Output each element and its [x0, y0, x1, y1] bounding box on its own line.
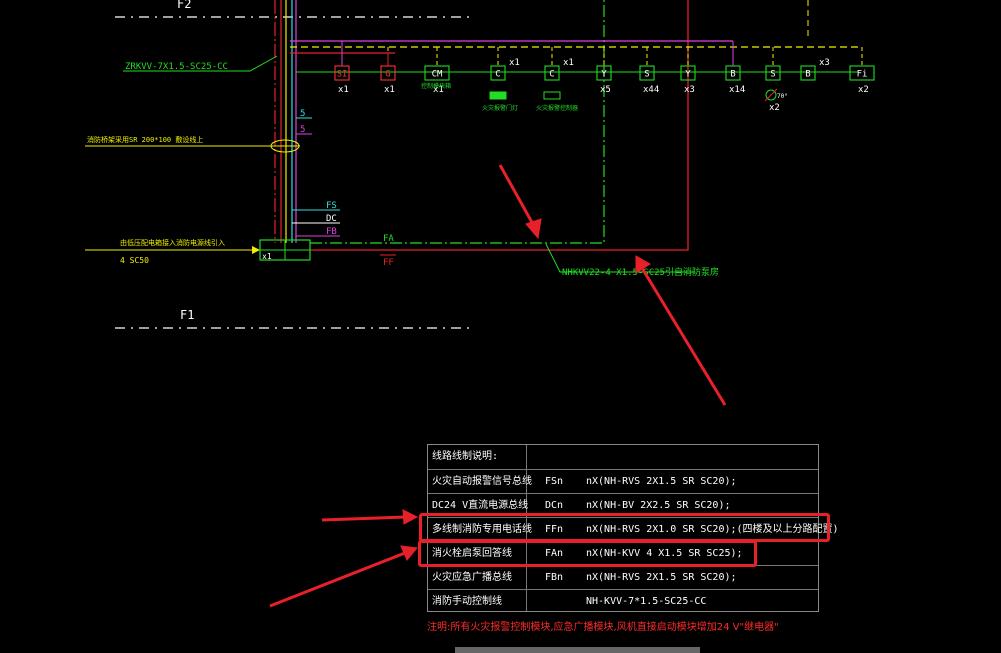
legend-row-spec: nX(NH-RVS 2X1.5 SR SC20); [586, 572, 737, 583]
device-count: x5 [600, 85, 611, 95]
legend-header-row: 线路线制说明: [428, 445, 818, 469]
legend-row: 火灾自动报警信号总线 FSn nX(NH-RVS 2X1.5 SR SC20); [428, 469, 818, 494]
label-ff: FF [383, 258, 394, 268]
legend-row: 火灾应急广播总线 FBn nX(NH-RVS 2X1.5 SR SC20); [428, 565, 818, 590]
device-symbol: Y [601, 70, 607, 80]
device-5: Cx1 火灾报警控制器 [536, 58, 578, 112]
arrow-table-ffn-head [402, 509, 419, 525]
arrow-table-fan [269, 551, 406, 608]
legend-row-spec: NH-KVV-7*1.5-SC25-CC [586, 596, 707, 607]
label-fa: FA [383, 234, 394, 244]
legend-row-name: 火灾应急广播总线 [432, 572, 512, 583]
bridge-label: 消防桥架采用SR 200*100 敷设线上 [87, 135, 203, 144]
label-dc: DC [326, 214, 337, 224]
bottom-scroll-strip[interactable] [455, 647, 700, 653]
device-count: x3 [819, 58, 830, 68]
legend-note: 注明:所有火灾报警控制模块,应急广播模块,风机直接启动模块增加24 V"继电器" [427, 622, 779, 633]
device-symbol: S [644, 70, 649, 80]
device-9: Bx14 [725, 65, 745, 95]
device-base [543, 91, 561, 100]
device-10: Sx2 70° [764, 65, 788, 113]
device-count: x1 [338, 85, 349, 95]
floor-label-f1: F1 [180, 308, 194, 322]
incoming-label: 由低压配电箱接入消防电源线引入 [120, 238, 225, 247]
device-symbol: CM [432, 70, 443, 80]
device-symbol: C [549, 70, 554, 80]
zrkvv-label: ZRKVV-7X1.5-SC25-CC [125, 62, 228, 72]
incoming-spec: 4 SC50 [120, 256, 149, 265]
device-2: Gx1 [380, 65, 396, 95]
legend-header: 线路线制说明: [432, 451, 499, 462]
arrow-table-ffn [321, 515, 406, 522]
label-five-b: 5 [300, 125, 305, 135]
device-symbol: SI [337, 70, 348, 80]
device-symbol: C [495, 70, 500, 80]
device-dial-slash [764, 88, 778, 102]
legend-row: 消防手动控制线 NH-KVV-7*1.5-SC25-CC [428, 589, 818, 614]
device-base [489, 91, 507, 100]
legend-row-name: 消防手动控制线 [432, 596, 502, 607]
legend-row-spec: nX(NH-RVS 2X1.5 SR SC20); [586, 476, 737, 487]
device-6: Yx5 [596, 65, 612, 95]
arrow-upper-right [640, 267, 727, 406]
device-3: CMx1控制模块箱 [421, 65, 451, 95]
device-symbol: Y [685, 70, 691, 80]
device-7: Sx44 [639, 65, 659, 95]
device-count: x3 [684, 85, 695, 95]
device-count: x14 [729, 85, 745, 95]
legend-row-code: FBn [545, 572, 564, 583]
device-count: x1 [563, 58, 574, 68]
device-count: x1 [509, 58, 520, 68]
device-12: Fi x2 [849, 65, 875, 95]
label-five-a: 5 [300, 109, 305, 119]
device-count: x1 [384, 85, 395, 95]
device-sub-label: 70° [777, 93, 788, 100]
loop-green-fa [310, 0, 605, 244]
legend-row-name: 火灾自动报警信号总线 [432, 476, 532, 487]
device-row: SIx1Gx1CMx1控制模块箱Cx1火灾报警门灯Cx1火灾报警控制器Yx5Sx… [334, 58, 875, 113]
device-symbol: S [770, 70, 775, 80]
label-fb: FB [326, 227, 337, 237]
label-fs: FS [326, 201, 337, 211]
device-symbol: Fi [857, 70, 868, 80]
device-sub-label: 控制模块箱 [421, 82, 451, 90]
floor-label-f2: F2 [177, 0, 191, 11]
device-symbol: G [385, 70, 390, 80]
device-symbol: B [805, 70, 810, 80]
device-symbol: B [730, 70, 735, 80]
device-sub-label: 火灾报警门灯 [482, 104, 518, 112]
device-4: Cx1 火灾报警门灯 [482, 58, 520, 112]
device-count: x2 [769, 103, 780, 113]
arrow-upper-left-head [525, 218, 542, 240]
device-count: x44 [643, 85, 659, 95]
arrow-upper-left [498, 164, 536, 227]
device-11: Bx3 [800, 58, 830, 81]
highlight-fan-row [418, 540, 757, 567]
device-1: SI x1 [334, 65, 350, 95]
loop-red-ff [310, 0, 689, 251]
highlight-ffn-row [419, 513, 830, 542]
device-count: x2 [858, 85, 869, 95]
legend-row-code: FSn [545, 476, 564, 487]
device-sub-label: 火灾报警控制器 [536, 104, 578, 112]
junction-box-count: x1 [262, 252, 272, 261]
device-8: Yx3 [680, 65, 696, 95]
